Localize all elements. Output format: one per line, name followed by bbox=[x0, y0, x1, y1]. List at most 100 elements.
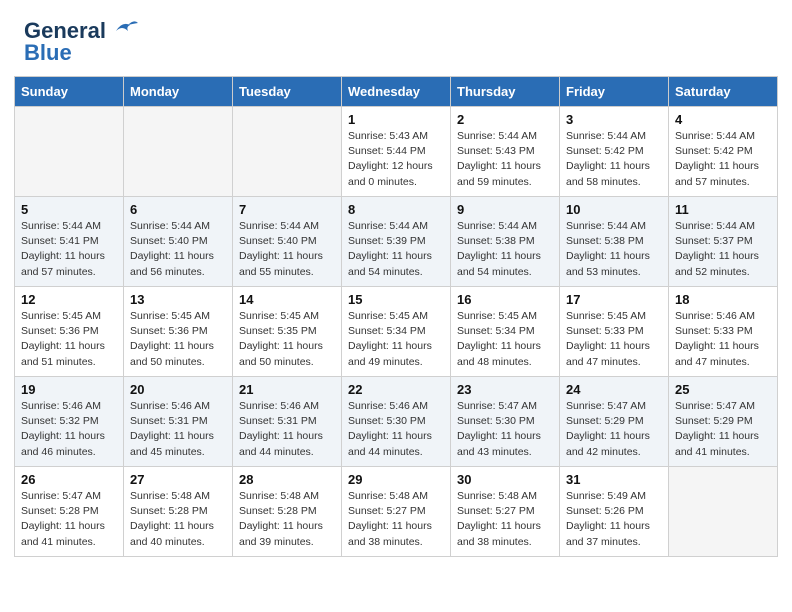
day-number: 29 bbox=[348, 472, 444, 487]
day-info: Sunrise: 5:44 AM Sunset: 5:41 PM Dayligh… bbox=[21, 219, 117, 280]
day-number: 10 bbox=[566, 202, 662, 217]
day-number: 14 bbox=[239, 292, 335, 307]
calendar-cell: 14Sunrise: 5:45 AM Sunset: 5:35 PM Dayli… bbox=[233, 287, 342, 377]
calendar-cell: 9 Sunrise: 5:44 AM Sunset: 5:38 PM Daylig… bbox=[451, 197, 560, 287]
calendar-cell: 30Sunrise: 5:48 AM Sunset: 5:27 PM Dayli… bbox=[451, 467, 560, 557]
day-info: Sunrise: 5:47 AM Sunset: 5:28 PM Dayligh… bbox=[21, 489, 117, 550]
week-row-4: 19 Sunrise: 5:46 AM Sunset: 5:32 PM Dayli… bbox=[15, 377, 778, 467]
day-number: 3 bbox=[566, 112, 662, 127]
calendar-cell: 11Sunrise: 5:44 AM Sunset: 5:37 PM Dayli… bbox=[669, 197, 778, 287]
col-header-monday: Monday bbox=[124, 77, 233, 107]
day-number: 9 bbox=[457, 202, 553, 217]
day-info: Sunrise: 5:46 AM Sunset: 5:32 PM Dayligh… bbox=[21, 399, 117, 460]
day-number: 16 bbox=[457, 292, 553, 307]
day-info: Sunrise: 5:45 AM Sunset: 5:33 PM Dayligh… bbox=[566, 309, 662, 370]
calendar-cell: 5 Sunrise: 5:44 AM Sunset: 5:41 PM Daylig… bbox=[15, 197, 124, 287]
calendar-cell bbox=[669, 467, 778, 557]
day-number: 4 bbox=[675, 112, 771, 127]
day-number: 31 bbox=[566, 472, 662, 487]
day-info: Sunrise: 5:48 AM Sunset: 5:27 PM Dayligh… bbox=[348, 489, 444, 550]
calendar-cell: 28Sunrise: 5:48 AM Sunset: 5:28 PM Dayli… bbox=[233, 467, 342, 557]
day-number: 24 bbox=[566, 382, 662, 397]
col-header-thursday: Thursday bbox=[451, 77, 560, 107]
day-number: 8 bbox=[348, 202, 444, 217]
day-number: 7 bbox=[239, 202, 335, 217]
day-number: 22 bbox=[348, 382, 444, 397]
day-number: 27 bbox=[130, 472, 226, 487]
day-info: Sunrise: 5:44 AM Sunset: 5:42 PM Dayligh… bbox=[675, 129, 771, 190]
day-number: 17 bbox=[566, 292, 662, 307]
day-number: 5 bbox=[21, 202, 117, 217]
day-number: 12 bbox=[21, 292, 117, 307]
calendar-container: SundayMondayTuesdayWednesdayThursdayFrid… bbox=[0, 76, 792, 571]
day-info: Sunrise: 5:45 AM Sunset: 5:34 PM Dayligh… bbox=[348, 309, 444, 370]
calendar-table: SundayMondayTuesdayWednesdayThursdayFrid… bbox=[14, 76, 778, 557]
day-info: Sunrise: 5:44 AM Sunset: 5:42 PM Dayligh… bbox=[566, 129, 662, 190]
day-info: Sunrise: 5:45 AM Sunset: 5:36 PM Dayligh… bbox=[21, 309, 117, 370]
day-number: 6 bbox=[130, 202, 226, 217]
day-number: 18 bbox=[675, 292, 771, 307]
calendar-cell: 27 Sunrise: 5:48 AM Sunset: 5:28 PM Dayli… bbox=[124, 467, 233, 557]
day-number: 1 bbox=[348, 112, 444, 127]
day-number: 2 bbox=[457, 112, 553, 127]
day-info: Sunrise: 5:44 AM Sunset: 5:37 PM Dayligh… bbox=[675, 219, 771, 280]
day-number: 26 bbox=[21, 472, 117, 487]
day-info: Sunrise: 5:48 AM Sunset: 5:28 PM Dayligh… bbox=[130, 489, 226, 550]
day-info: Sunrise: 5:47 AM Sunset: 5:29 PM Dayligh… bbox=[675, 399, 771, 460]
calendar-cell: 23 Sunrise: 5:47 AM Sunset: 5:30 PM Dayli… bbox=[451, 377, 560, 467]
calendar-cell: 19 Sunrise: 5:46 AM Sunset: 5:32 PM Dayli… bbox=[15, 377, 124, 467]
calendar-cell: 1 Sunrise: 5:43 AM Sunset: 5:44 PM Daylig… bbox=[342, 107, 451, 197]
day-info: Sunrise: 5:44 AM Sunset: 5:39 PM Dayligh… bbox=[348, 219, 444, 280]
day-info: Sunrise: 5:43 AM Sunset: 5:44 PM Dayligh… bbox=[348, 129, 444, 190]
calendar-cell: 13 Sunrise: 5:45 AM Sunset: 5:36 PM Dayli… bbox=[124, 287, 233, 377]
header-row: SundayMondayTuesdayWednesdayThursdayFrid… bbox=[15, 77, 778, 107]
calendar-cell: 25 Sunrise: 5:47 AM Sunset: 5:29 PM Dayli… bbox=[669, 377, 778, 467]
day-info: Sunrise: 5:46 AM Sunset: 5:31 PM Dayligh… bbox=[239, 399, 335, 460]
calendar-cell: 26 Sunrise: 5:47 AM Sunset: 5:28 PM Dayli… bbox=[15, 467, 124, 557]
day-info: Sunrise: 5:44 AM Sunset: 5:38 PM Dayligh… bbox=[457, 219, 553, 280]
day-number: 13 bbox=[130, 292, 226, 307]
day-number: 28 bbox=[239, 472, 335, 487]
day-number: 20 bbox=[130, 382, 226, 397]
calendar-cell bbox=[233, 107, 342, 197]
calendar-cell: 4 Sunrise: 5:44 AM Sunset: 5:42 PM Daylig… bbox=[669, 107, 778, 197]
day-info: Sunrise: 5:45 AM Sunset: 5:36 PM Dayligh… bbox=[130, 309, 226, 370]
calendar-cell: 8 Sunrise: 5:44 AM Sunset: 5:39 PM Daylig… bbox=[342, 197, 451, 287]
week-row-2: 5 Sunrise: 5:44 AM Sunset: 5:41 PM Daylig… bbox=[15, 197, 778, 287]
calendar-cell: 15 Sunrise: 5:45 AM Sunset: 5:34 PM Dayli… bbox=[342, 287, 451, 377]
calendar-cell: 3 Sunrise: 5:44 AM Sunset: 5:42 PM Daylig… bbox=[560, 107, 669, 197]
col-header-friday: Friday bbox=[560, 77, 669, 107]
logo-bird-icon bbox=[108, 19, 138, 41]
calendar-cell: 21Sunrise: 5:46 AM Sunset: 5:31 PM Dayli… bbox=[233, 377, 342, 467]
calendar-cell: 22 Sunrise: 5:46 AM Sunset: 5:30 PM Dayli… bbox=[342, 377, 451, 467]
calendar-cell: 18 Sunrise: 5:46 AM Sunset: 5:33 PM Dayli… bbox=[669, 287, 778, 377]
day-info: Sunrise: 5:46 AM Sunset: 5:30 PM Dayligh… bbox=[348, 399, 444, 460]
calendar-cell: 24Sunrise: 5:47 AM Sunset: 5:29 PM Dayli… bbox=[560, 377, 669, 467]
day-number: 15 bbox=[348, 292, 444, 307]
calendar-cell: 31 Sunrise: 5:49 AM Sunset: 5:26 PM Dayli… bbox=[560, 467, 669, 557]
col-header-wednesday: Wednesday bbox=[342, 77, 451, 107]
calendar-cell: 16 Sunrise: 5:45 AM Sunset: 5:34 PM Dayli… bbox=[451, 287, 560, 377]
day-number: 19 bbox=[21, 382, 117, 397]
calendar-cell: 20 Sunrise: 5:46 AM Sunset: 5:31 PM Dayli… bbox=[124, 377, 233, 467]
calendar-cell bbox=[124, 107, 233, 197]
day-info: Sunrise: 5:47 AM Sunset: 5:30 PM Dayligh… bbox=[457, 399, 553, 460]
calendar-cell: 17 Sunrise: 5:45 AM Sunset: 5:33 PM Dayli… bbox=[560, 287, 669, 377]
day-number: 25 bbox=[675, 382, 771, 397]
day-info: Sunrise: 5:46 AM Sunset: 5:31 PM Dayligh… bbox=[130, 399, 226, 460]
week-row-5: 26 Sunrise: 5:47 AM Sunset: 5:28 PM Dayli… bbox=[15, 467, 778, 557]
day-info: Sunrise: 5:44 AM Sunset: 5:40 PM Dayligh… bbox=[130, 219, 226, 280]
calendar-cell: 7 Sunrise: 5:44 AM Sunset: 5:40 PM Daylig… bbox=[233, 197, 342, 287]
day-info: Sunrise: 5:46 AM Sunset: 5:33 PM Dayligh… bbox=[675, 309, 771, 370]
day-info: Sunrise: 5:45 AM Sunset: 5:34 PM Dayligh… bbox=[457, 309, 553, 370]
calendar-cell bbox=[15, 107, 124, 197]
week-row-1: 1 Sunrise: 5:43 AM Sunset: 5:44 PM Daylig… bbox=[15, 107, 778, 197]
day-info: Sunrise: 5:44 AM Sunset: 5:40 PM Dayligh… bbox=[239, 219, 335, 280]
logo-blue: Blue bbox=[24, 40, 72, 66]
calendar-cell: 10Sunrise: 5:44 AM Sunset: 5:38 PM Dayli… bbox=[560, 197, 669, 287]
day-info: Sunrise: 5:49 AM Sunset: 5:26 PM Dayligh… bbox=[566, 489, 662, 550]
day-number: 23 bbox=[457, 382, 553, 397]
col-header-sunday: Sunday bbox=[15, 77, 124, 107]
day-number: 30 bbox=[457, 472, 553, 487]
week-row-3: 12 Sunrise: 5:45 AM Sunset: 5:36 PM Dayli… bbox=[15, 287, 778, 377]
